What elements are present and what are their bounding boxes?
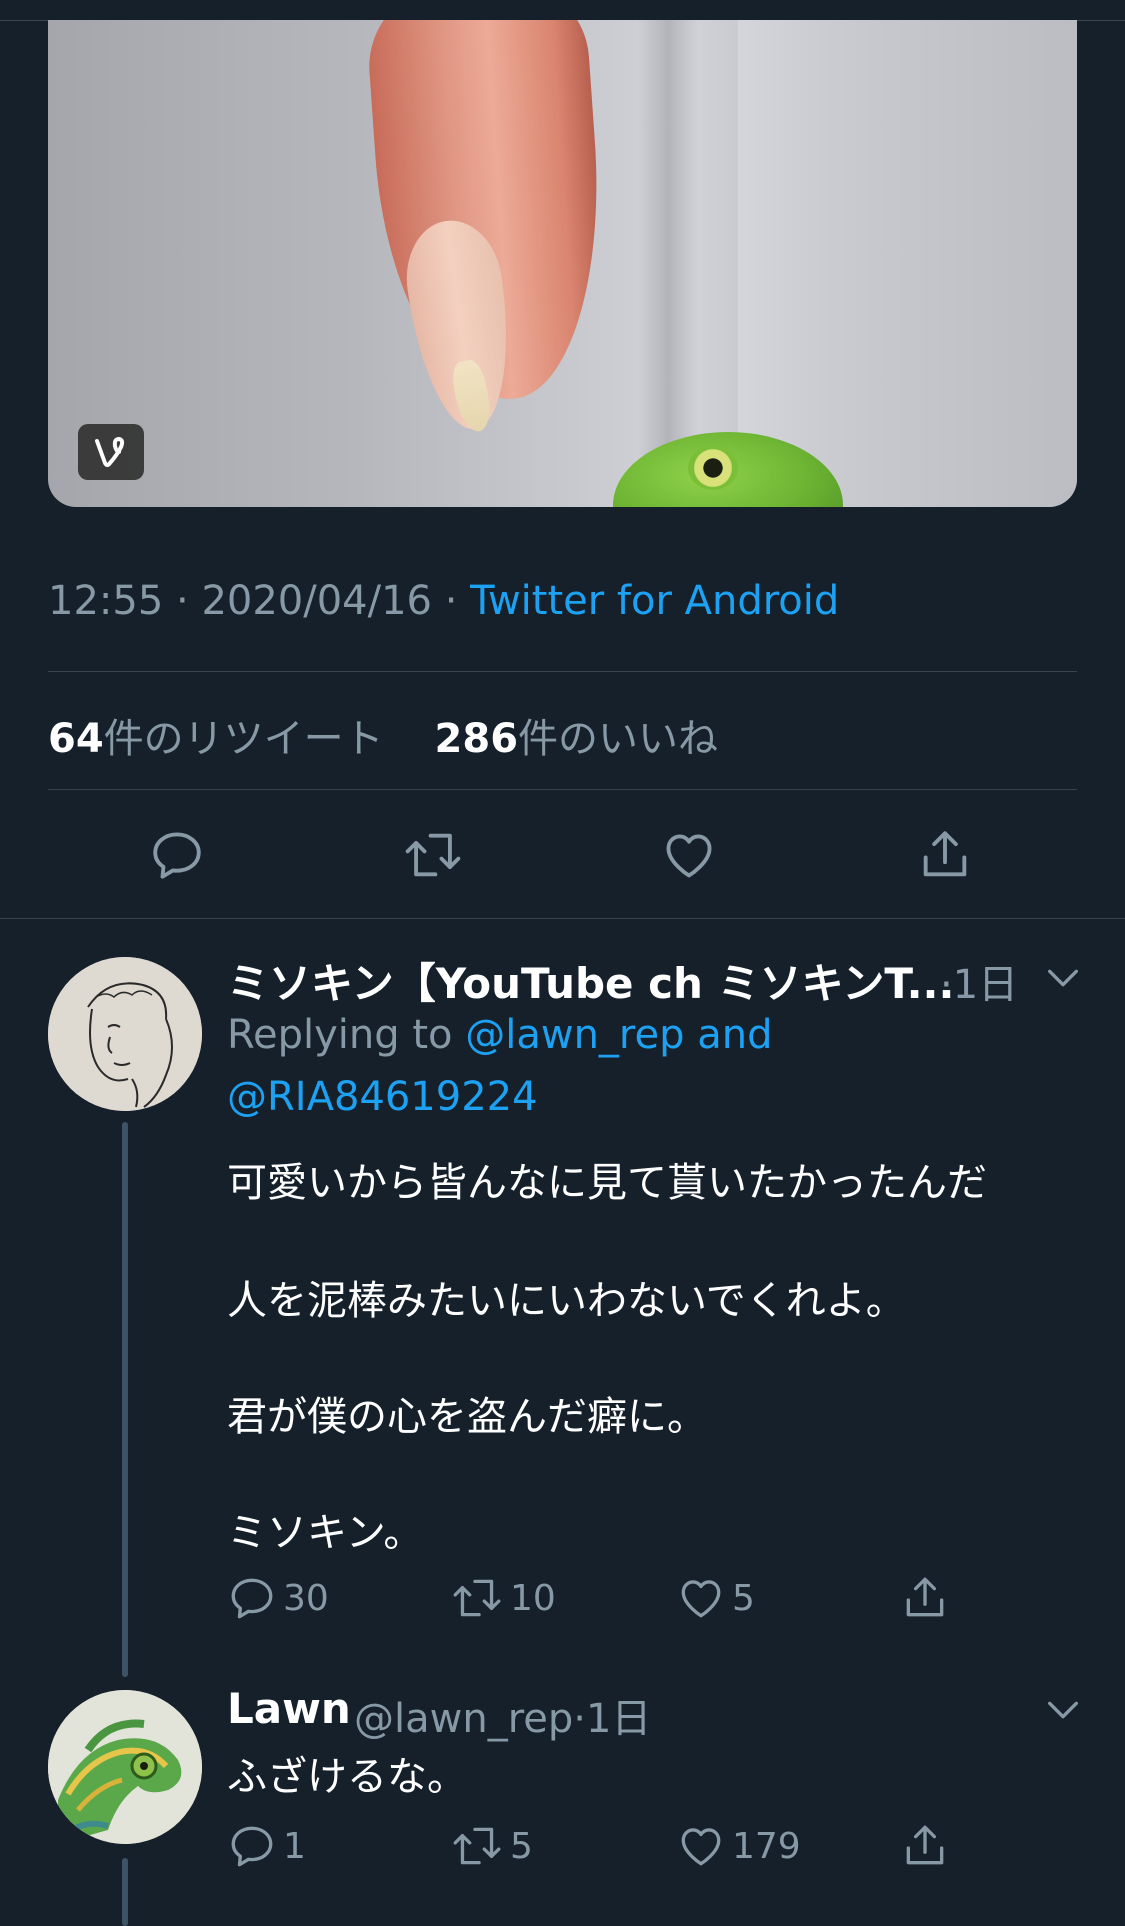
video-frame-shadow	[638, 20, 698, 507]
reply-icon	[231, 1578, 273, 1619]
tweet-stats: 64件のリツイート 286件のいいね	[48, 706, 718, 764]
thread-line	[122, 1858, 128, 1926]
reply-button[interactable]: 30	[227, 1570, 329, 1626]
video-frame-wall	[738, 20, 1077, 507]
divider	[0, 918, 1125, 919]
likes-stat[interactable]: 286件のいいね	[435, 716, 719, 762]
retweet-button[interactable]: 10	[450, 1570, 556, 1626]
divider	[48, 671, 1077, 672]
avatar[interactable]	[48, 1690, 202, 1844]
reply-icon	[153, 832, 201, 879]
reply-age: ·1日	[573, 1696, 652, 1742]
like-button[interactable]: 179	[676, 1818, 801, 1874]
mention-link[interactable]: @RIA84619224	[227, 1074, 538, 1120]
heart-icon	[681, 1580, 721, 1618]
retweet-count: 5	[510, 1825, 533, 1867]
tweet-date: 2020/04/16	[201, 578, 432, 624]
like-count: 179	[732, 1825, 801, 1867]
reply-handle[interactable]: @lawn_rep	[354, 1696, 573, 1742]
tweet-client-link[interactable]: Twitter for Android	[470, 578, 839, 624]
retweet-count: 64	[48, 716, 104, 762]
reply-author-name[interactable]: ミソキン【YouTube ch ミソキンT...	[227, 950, 954, 1011]
mention-link[interactable]: @lawn_rep and	[465, 1012, 772, 1058]
retweet-icon	[405, 833, 461, 877]
heart-icon	[681, 1828, 721, 1866]
heart-icon	[666, 834, 712, 878]
like-count: 286	[434, 716, 519, 762]
like-button[interactable]: 5	[676, 1570, 755, 1626]
meta-separator: ·	[444, 578, 458, 624]
retweet-icon	[453, 1579, 501, 1617]
tweet-video[interactable]	[48, 20, 1077, 507]
chevron-down-icon[interactable]	[1043, 958, 1083, 998]
replying-prefix: Replying to	[227, 1012, 453, 1058]
divider	[48, 789, 1077, 790]
tweet-meta: 12:55 · 2020/04/16 · Twitter for Android	[48, 578, 839, 624]
reply-count: 30	[283, 1577, 329, 1619]
reply-text-line: 可愛いから皆んなに見て貰いたかったんだ	[227, 1160, 987, 1206]
retweet-icon	[453, 1827, 501, 1865]
reply-author-name[interactable]: Lawn	[227, 1684, 351, 1733]
like-count: 5	[732, 1577, 755, 1619]
vine-icon	[78, 424, 144, 480]
reply-text-line: ミソキン。	[227, 1510, 424, 1556]
tweet-action-bar	[48, 820, 1077, 890]
share-icon	[906, 1577, 944, 1617]
like-button[interactable]	[654, 820, 724, 890]
thread-line	[122, 1122, 128, 1677]
reply-age: ·1日	[940, 962, 1019, 1008]
retweet-button[interactable]: 5	[450, 1818, 533, 1874]
share-button[interactable]	[900, 1818, 956, 1874]
retweet-count: 10	[510, 1577, 556, 1619]
reply-text-line: 君が僕の心を盗んだ癖に。	[227, 1394, 707, 1440]
share-button[interactable]	[900, 1570, 956, 1626]
retweet-label: 件のリツイート	[103, 716, 384, 762]
share-button[interactable]	[910, 820, 980, 890]
meta-separator: ·	[176, 578, 189, 624]
video-frame-frog-eye	[688, 446, 738, 490]
reply-text-line: 人を泥棒みたいにいわないでくれよ。	[227, 1278, 906, 1324]
like-label: 件のいいね	[518, 716, 719, 762]
reply-count: 1	[283, 1825, 306, 1867]
tweet-time: 12:55	[48, 578, 164, 624]
reply-meta: @lawn_rep·1日	[354, 1686, 651, 1744]
retweets-stat[interactable]: 64件のリツイート	[48, 716, 384, 762]
reply-button[interactable]	[142, 820, 212, 890]
reply-text: ふざけるな。	[227, 1754, 467, 1800]
chevron-down-icon[interactable]	[1043, 1690, 1083, 1730]
replying-to: Replying to @lawn_rep and	[227, 1012, 772, 1058]
avatar[interactable]	[48, 957, 202, 1111]
reply-icon	[231, 1826, 273, 1867]
share-icon	[906, 1825, 944, 1865]
reply-button[interactable]: 1	[227, 1818, 306, 1874]
top-bar	[0, 0, 1125, 21]
retweet-button[interactable]	[398, 820, 468, 890]
share-icon	[923, 831, 967, 877]
